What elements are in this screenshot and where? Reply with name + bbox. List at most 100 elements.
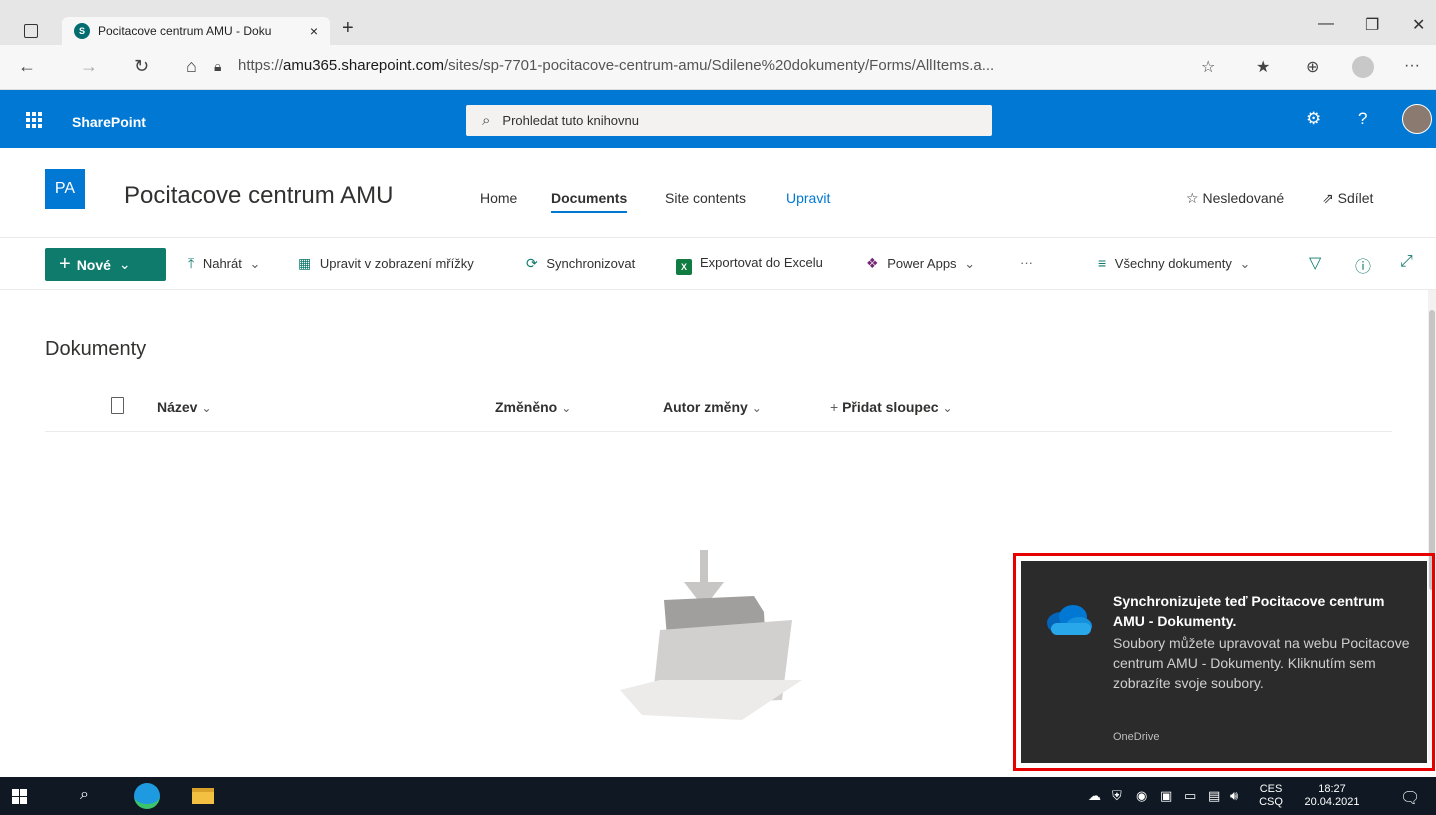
- follow-button[interactable]: ☆ Nesledované: [1186, 190, 1284, 207]
- site-logo[interactable]: PA: [45, 169, 85, 209]
- url-field[interactable]: https://amu365.sharepoint.com/sites/sp-7…: [238, 57, 994, 74]
- upload-icon: ⤒: [188, 255, 195, 271]
- url-prefix: https://: [238, 57, 284, 74]
- app-launcher-icon[interactable]: [26, 112, 42, 128]
- new-button[interactable]: + Nové ⌄: [45, 248, 166, 281]
- share-button[interactable]: ⇗ Sdílet: [1322, 190, 1373, 207]
- grid-edit-label: Upravit v zobrazení mřížky: [319, 256, 474, 271]
- plus-icon: +: [59, 253, 71, 275]
- onedrive-toast[interactable]: Synchronizujete teď Pocitacove centrum A…: [1021, 561, 1427, 763]
- windows-taskbar: ⌕ ☁ ⛨ ◉ ▣ ▭ ▤ 🔊︎ CES CSQ 18:27 20.04.202…: [0, 777, 1436, 815]
- nav-documents[interactable]: Documents: [551, 190, 628, 213]
- home-icon[interactable]: ⌂: [186, 56, 197, 77]
- info-icon[interactable]: ⓘ: [1355, 253, 1371, 277]
- input-language[interactable]: CES CSQ: [1256, 783, 1286, 809]
- search-box[interactable]: ⌕ Prohledat tuto knihovnu: [466, 105, 992, 136]
- profile-avatar[interactable]: [1352, 56, 1374, 78]
- lock-icon[interactable]: 🔒︎: [214, 58, 221, 75]
- excel-icon: X: [676, 259, 692, 275]
- tab-title: Pocitacove centrum AMU - Doku: [98, 24, 272, 38]
- column-name[interactable]: Název ⌄: [157, 399, 212, 415]
- favorites-icon[interactable]: ★: [1256, 57, 1270, 77]
- file-type-icon[interactable]: [111, 397, 124, 414]
- more-commands-button[interactable]: ···: [1020, 255, 1033, 270]
- column-modified[interactable]: Změněno ⌄: [495, 399, 571, 415]
- notifications-icon[interactable]: 🗨︎: [1400, 788, 1420, 808]
- power-apps-button[interactable]: ❖ Power Apps ⌄: [866, 255, 975, 272]
- clock-time: 18:27: [1318, 783, 1346, 795]
- upload-button[interactable]: ⤒ Nahrát ⌄: [188, 255, 260, 272]
- tab-actions-icon[interactable]: [24, 24, 38, 38]
- clock[interactable]: 18:27 20.04.2021: [1292, 783, 1372, 809]
- start-windows-icon[interactable]: [12, 789, 27, 804]
- search-icon[interactable]: ⌕: [80, 786, 89, 804]
- grid-edit-button[interactable]: ▦ Upravit v zobrazení mřížky: [298, 255, 474, 272]
- star-icon: ☆: [1186, 190, 1199, 206]
- browser-menu-icon[interactable]: ···: [1404, 57, 1420, 75]
- battery-tray-icon[interactable]: ▭: [1184, 788, 1196, 804]
- scrollbar-thumb[interactable]: [1429, 310, 1435, 590]
- search-placeholder: Prohledat tuto knihovnu: [502, 113, 640, 128]
- power-apps-icon: ❖: [866, 255, 879, 271]
- sharepoint-favicon-icon: S: [74, 23, 90, 39]
- sync-tray-icon[interactable]: ◉: [1136, 788, 1147, 804]
- minimize-icon[interactable]: —: [1318, 15, 1334, 33]
- window-close-icon[interactable]: ✕: [1412, 15, 1425, 35]
- suite-brand[interactable]: SharePoint: [72, 114, 146, 130]
- volume-tray-icon[interactable]: 🔊︎: [1230, 788, 1238, 804]
- new-label: Nové: [76, 256, 111, 273]
- add-column-button[interactable]: + Přidat sloupec ⌄: [830, 399, 953, 415]
- add-favorite-icon[interactable]: ☆: [1201, 57, 1215, 77]
- share-label: Sdílet: [1337, 190, 1374, 206]
- network-tray-icon[interactable]: ▤: [1208, 788, 1220, 804]
- add-column-label: Přidat sloupec: [842, 399, 939, 415]
- search-icon: ⌕: [482, 112, 491, 129]
- security-tray-icon[interactable]: ⛨: [1112, 788, 1122, 804]
- edge-browser-icon[interactable]: [134, 783, 160, 809]
- toast-title: Synchronizujete teď Pocitacove centrum A…: [1113, 593, 1385, 629]
- user-avatar[interactable]: [1402, 104, 1432, 134]
- browser-tab[interactable]: S Pocitacove centrum AMU - Doku ×: [62, 17, 330, 45]
- nav-site-contents[interactable]: Site contents: [665, 190, 746, 206]
- nav-edit-link[interactable]: Upravit: [786, 190, 830, 206]
- follow-label: Nesledované: [1202, 190, 1285, 206]
- new-tab-button[interactable]: +: [342, 17, 354, 40]
- taskview-tray-icon[interactable]: ▣: [1160, 788, 1172, 804]
- collections-icon[interactable]: ⊕: [1306, 57, 1319, 77]
- help-icon[interactable]: ?: [1358, 109, 1367, 129]
- sync-label: Synchronizovat: [546, 256, 636, 271]
- onedrive-tray-icon[interactable]: ☁: [1088, 788, 1101, 804]
- share-icon: ⇗: [1322, 190, 1334, 206]
- view-selector[interactable]: ≡ Všechny dokumenty ⌄: [1098, 255, 1250, 272]
- settings-gear-icon[interactable]: ⚙: [1306, 109, 1321, 129]
- sync-icon: ⟳: [526, 255, 538, 271]
- keyboard-layout: CSQ: [1259, 796, 1283, 808]
- expand-icon[interactable]: ⤢: [1400, 253, 1413, 271]
- tab-close-icon[interactable]: ×: [310, 23, 318, 39]
- list-header-divider: [45, 431, 1392, 432]
- column-name-label: Název: [157, 399, 198, 415]
- back-icon[interactable]: ←: [18, 56, 36, 77]
- language-code: CES: [1259, 783, 1283, 795]
- toast-body: Soubory můžete upravovat na webu Pocitac…: [1113, 635, 1410, 691]
- filter-icon[interactable]: ▽: [1309, 253, 1321, 273]
- command-bar: + Nové ⌄ ⤒ Nahrát ⌄ ▦ Upravit v zobrazen…: [0, 239, 1436, 290]
- grid-icon: ▦: [298, 255, 312, 271]
- browser-tab-bar: S Pocitacove centrum AMU - Doku × + — ❐ …: [0, 0, 1436, 45]
- nav-home[interactable]: Home: [480, 190, 517, 206]
- plus-icon: +: [830, 399, 839, 415]
- site-title[interactable]: Pocitacove centrum AMU: [124, 182, 393, 210]
- chevron-down-icon: ⌄: [118, 256, 131, 272]
- file-explorer-icon[interactable]: [192, 788, 214, 804]
- forward-icon[interactable]: →: [80, 56, 98, 77]
- url-host: amu365.sharepoint.com: [283, 57, 444, 74]
- restore-icon[interactable]: ❐: [1365, 15, 1379, 35]
- power-apps-label: Power Apps: [887, 256, 957, 271]
- column-modified-label: Změněno: [495, 399, 558, 415]
- sync-button[interactable]: ⟳ Synchronizovat: [526, 255, 635, 272]
- export-excel-button[interactable]: X Exportovat do Excelu: [676, 255, 823, 275]
- refresh-icon[interactable]: ↻: [134, 56, 149, 77]
- chevron-down-icon: ⌄: [751, 401, 762, 415]
- column-modified-by[interactable]: Autor změny ⌄: [663, 399, 762, 415]
- toast-source: OneDrive: [1113, 731, 1160, 743]
